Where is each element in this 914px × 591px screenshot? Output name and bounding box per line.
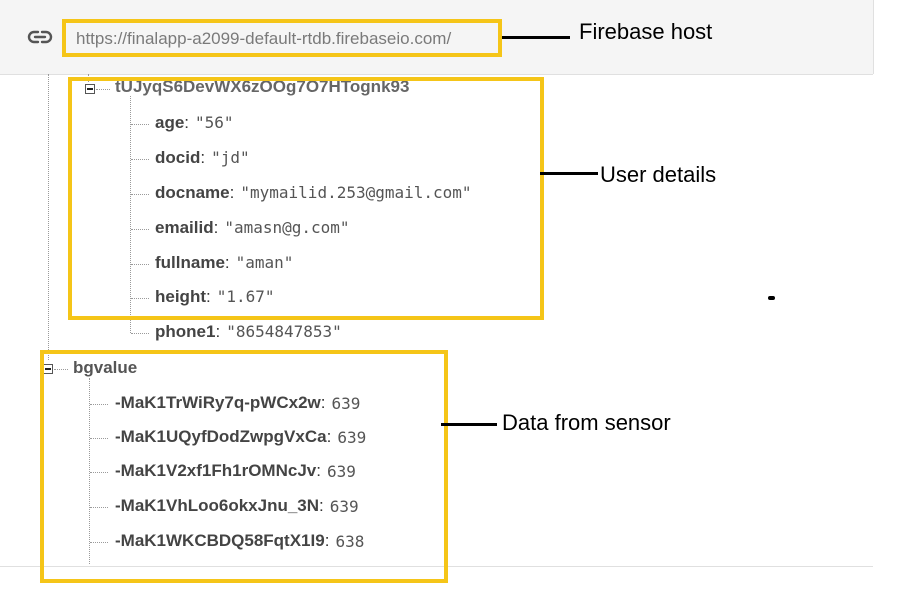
field-value[interactable]: "8654847853"	[226, 322, 342, 341]
stray-mark	[768, 296, 775, 300]
host-highlight-box	[62, 19, 502, 57]
field-key: phone1	[155, 322, 216, 341]
annotation-arrow	[441, 423, 497, 426]
link-icon[interactable]	[27, 28, 53, 46]
user-highlight-box	[68, 77, 544, 320]
tree-guide	[48, 74, 49, 360]
sensor-highlight-box	[40, 350, 448, 583]
annotation-arrow	[540, 172, 598, 175]
annotation-arrow	[502, 36, 570, 39]
user-annotation: User details	[600, 162, 717, 187]
sensor-annotation: Data from sensor	[502, 410, 671, 435]
host-annotation: Firebase host	[579, 19, 713, 44]
field-row[interactable]: phone1: "8654847853"	[155, 322, 342, 342]
divider	[873, 0, 874, 74]
